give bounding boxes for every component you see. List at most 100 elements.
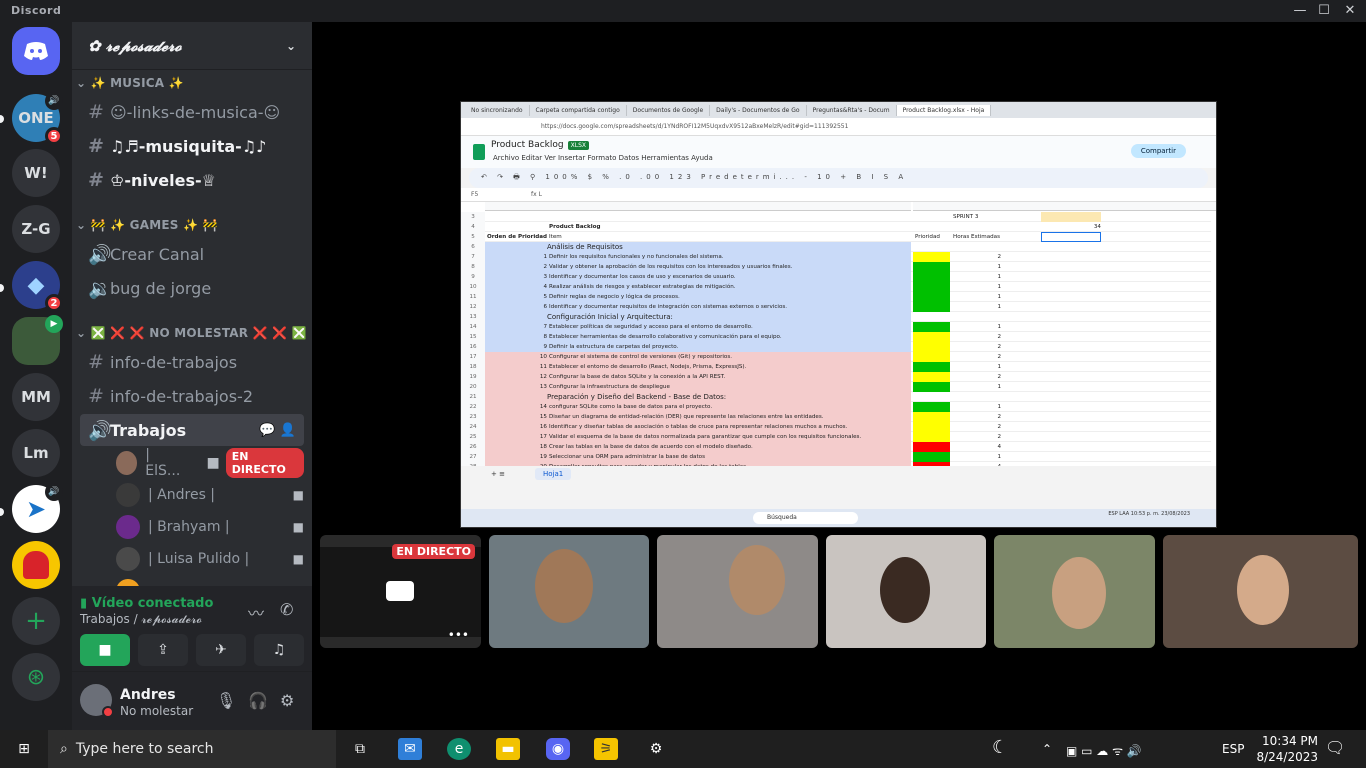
row-hours: 1 — [997, 264, 1001, 270]
server-amongus[interactable] — [12, 541, 60, 589]
server-zg[interactable]: Z-G — [12, 205, 60, 253]
channel-niveles[interactable]: # ♔-niveles-♕ — [80, 164, 304, 196]
channel-trabajos[interactable]: 🔊 Trabajos 💬 👤 — [80, 414, 304, 446]
sheet-row: 11 5 Definir reglas de negocio y lógica de… — [461, 292, 1211, 302]
row-number: 14 — [461, 322, 485, 332]
taskbar-search[interactable]: ⌕ Type here to search — [48, 730, 336, 768]
sheet-row: 4 Product Backlog 34 — [461, 222, 1211, 232]
guild-header[interactable]: ✿ 𝓻𝓮𝓹𝓸𝓼𝓪𝓭𝓮𝓻𝓸 ⌄ — [72, 22, 312, 70]
windows-start-icon[interactable]: ⊞ — [12, 738, 36, 760]
voice-user[interactable]: | ElS... ■ EN DIRECTO — [116, 447, 304, 479]
row-item: Identificar y documentar requisitos de i… — [549, 304, 788, 310]
mail-icon[interactable]: ✉ — [398, 738, 422, 760]
category-no-molestar[interactable]: ⌄ ❎ ❌ ❌ NO MOLESTAR ❌ ❌ ❎ — [76, 326, 307, 340]
voice-user[interactable] — [116, 576, 304, 586]
invite-icon[interactable]: 💬 👤 — [259, 423, 296, 438]
sheet-row: 28 20Desarrollar consultas para acceder y… — [461, 462, 1211, 466]
channel-info-de-trabajos[interactable]: # info-de-trabajos — [80, 346, 304, 378]
row-item: Validar y obtener la aprobación de los r… — [549, 264, 793, 270]
edge-icon[interactable]: e — [447, 738, 471, 760]
system-clock[interactable]: 10:34 PM 8/24/2023 — [1256, 733, 1318, 765]
add-server-button[interactable]: + — [12, 597, 60, 645]
row-number: 28 — [461, 462, 485, 466]
task-view-icon[interactable]: ⧉ — [348, 738, 372, 760]
video-tile[interactable] — [1163, 535, 1358, 648]
selected-cell — [1041, 232, 1101, 242]
channel-info-de-trabajos-2[interactable]: # info-de-trabajos-2 — [80, 380, 304, 412]
noise-suppression-icon[interactable]: 〰 — [248, 600, 264, 624]
discord-logo-icon — [24, 42, 48, 60]
server-one[interactable]: ONE 🔊 5 — [12, 92, 63, 145]
screen-share-button[interactable]: ⇪ — [138, 634, 188, 666]
row-number: 21 — [461, 392, 485, 402]
activity-button[interactable]: ✈ — [196, 634, 246, 666]
row-number: 22 — [461, 402, 485, 412]
close-button[interactable]: ✕ — [1330, 2, 1366, 20]
category-musica[interactable]: ⌄ ✨ MUSICA ✨ — [76, 76, 184, 90]
row-item: Identificar y diseñar tablas de asociaci… — [549, 424, 848, 430]
priority-cell — [913, 262, 950, 272]
camera-button[interactable]: ■ — [80, 634, 130, 666]
column-label: Horas Estimadas — [953, 234, 1001, 240]
row-priority-order: 13 — [539, 384, 547, 390]
voice-user[interactable]: | Luisa Pulido | ■ — [116, 544, 304, 574]
soundboard-icon: ♫ — [272, 642, 286, 658]
chevron-up-icon[interactable]: ⌃ — [1042, 742, 1052, 756]
video-tile[interactable] — [657, 535, 818, 648]
server-lm[interactable]: Lm — [12, 429, 60, 477]
video-tile[interactable] — [994, 535, 1155, 648]
notifications-icon[interactable]: 🗨 — [1325, 738, 1345, 757]
row-priority-order: 16 — [539, 424, 547, 430]
row-hours: 1 — [997, 294, 1001, 300]
channel-musiquita[interactable]: # ♫♬-musiquita-♫♪ — [80, 130, 304, 162]
sheets-header: Product Backlog XLSX Archivo Editar Ver I… — [461, 136, 1216, 168]
input-language[interactable]: ESP — [1222, 742, 1244, 756]
more-options-icon[interactable]: ••• — [448, 628, 469, 642]
row-hours: 1 — [997, 364, 1001, 370]
server-photo[interactable]: ▶ — [12, 315, 63, 365]
row-number: 7 — [461, 252, 485, 262]
row-priority-order: 20 — [527, 462, 547, 466]
channel-links-de-musica[interactable]: # ☺-links-de-musica-☺ — [80, 96, 304, 128]
stream-preview-tile[interactable]: EN DIRECTO ••• — [320, 535, 481, 648]
row-number: 5 — [461, 232, 485, 242]
server-gem[interactable]: ◆ 2 — [12, 261, 63, 312]
voice-user[interactable]: | Brahyam | ■ — [116, 512, 304, 542]
voice-user[interactable]: | Andres | ■ — [116, 480, 304, 510]
explore-servers-button[interactable]: ⊛ — [12, 653, 60, 701]
sheet-row: 13 Configuración Inicial y Arquitectura: — [461, 312, 1211, 322]
headphones-icon[interactable]: 🎧 — [248, 691, 268, 710]
server-w[interactable]: W! — [12, 149, 60, 197]
file-explorer-icon[interactable]: ▬ — [496, 738, 520, 760]
hash-icon: # — [88, 169, 104, 191]
row-priority-order: 11 — [539, 364, 547, 370]
priority-cell — [913, 242, 950, 252]
sheets-toolbar: ↶ ↷ 🖶 ⚲ 100% $ % .0 .00 123 Predetermi..… — [469, 168, 1208, 188]
app-icon[interactable]: ⚞ — [594, 738, 618, 760]
server-mm[interactable]: MM — [12, 373, 60, 421]
row-item: Preparación y Diseño del Backend - Base … — [547, 393, 727, 401]
disconnect-icon[interactable]: ✆ — [280, 600, 293, 619]
channel-crear-canal[interactable]: 🔊 Crear Canal — [80, 238, 304, 270]
row-priority-order: 6 — [543, 304, 547, 310]
video-tile[interactable] — [826, 535, 986, 648]
username: Andres — [120, 687, 176, 703]
channel-bug-de-jorge[interactable]: 🔉 bug de jorge — [80, 272, 304, 304]
hash-icon: # — [88, 135, 104, 157]
avatar — [116, 579, 140, 586]
settings-gear-icon[interactable]: ⚙ — [280, 691, 294, 710]
category-games[interactable]: ⌄ 🚧 ✨ GAMES ✨ 🚧 — [76, 218, 218, 232]
discord-home-icon[interactable] — [12, 27, 60, 75]
row-hours: 2 — [997, 424, 1001, 430]
soundboard-button[interactable]: ♫ — [254, 634, 304, 666]
shared-screen[interactable]: No sincronizando Carpeta compartida cont… — [460, 101, 1217, 528]
settings-icon[interactable]: ⚙ — [644, 738, 668, 760]
server-arrow[interactable]: ➤ 🔊 — [12, 483, 63, 533]
microphone-icon[interactable]: 🎙 — [216, 691, 236, 710]
hash-icon: # — [88, 101, 104, 123]
video-tile[interactable] — [489, 535, 649, 648]
row-number: 10 — [461, 282, 485, 292]
discord-taskbar-icon[interactable]: ◉ — [546, 738, 570, 760]
voice-location[interactable]: Trabajos / 𝓻𝓮𝓹𝓸𝓼𝓪𝓭𝓮𝓻𝓸 — [80, 612, 202, 627]
row-item: Establecer el entorno de desarrollo (Rea… — [549, 364, 747, 370]
